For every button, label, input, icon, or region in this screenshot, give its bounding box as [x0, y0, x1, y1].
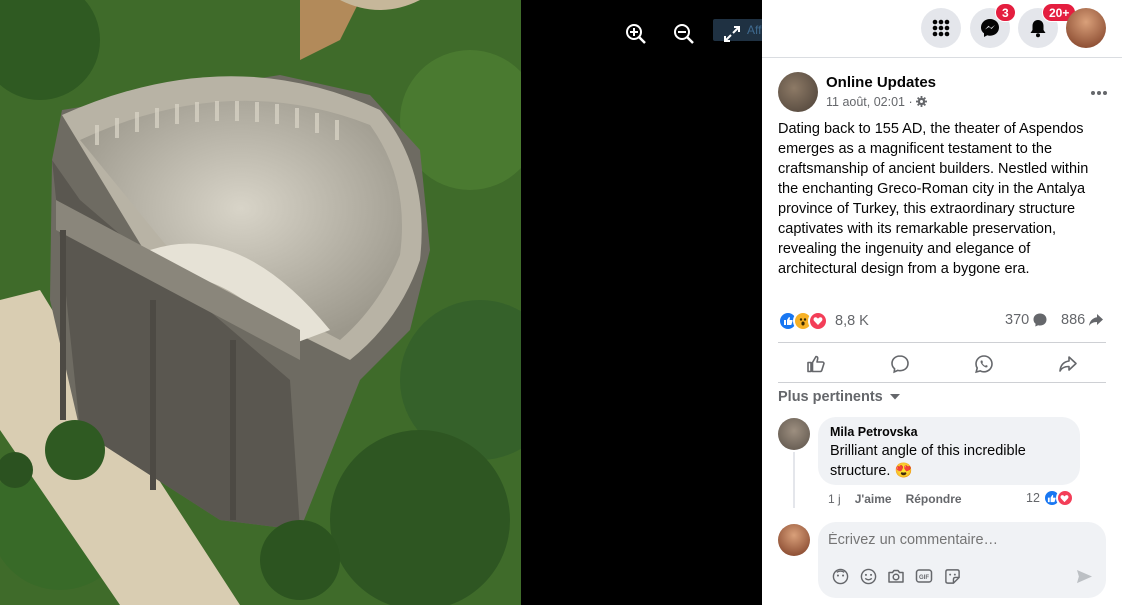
sticker-icon — [944, 568, 960, 584]
page-avatar[interactable] — [778, 72, 818, 112]
reaction-count: 8,8 K — [835, 313, 869, 329]
fullscreen-button[interactable] — [714, 16, 750, 52]
comment-bubble: Mila Petrovska Brilliant angle of this i… — [818, 417, 1080, 485]
avatar-sticker-icon — [832, 568, 848, 584]
commenter-avatar[interactable] — [778, 418, 810, 450]
more-options-button[interactable] — [1090, 80, 1108, 101]
whatsapp-icon — [975, 355, 993, 374]
emoji-icon — [860, 568, 876, 584]
post-author[interactable]: Online Updates — [826, 74, 936, 91]
photo-button[interactable] — [886, 566, 906, 586]
reactions-summary[interactable]: 8,8 K — [778, 309, 869, 333]
comment-reaction-count: 12 — [1026, 491, 1040, 505]
zoom-out-button[interactable] — [666, 16, 702, 52]
comment-time[interactable]: 1 j — [828, 492, 841, 506]
share-arrow-icon — [1089, 314, 1104, 326]
reply-thread-line — [793, 452, 795, 508]
caret-down-icon — [889, 394, 900, 400]
svg-text:GIF: GIF — [919, 575, 929, 581]
my-avatar[interactable] — [778, 524, 810, 556]
zoom-out-icon — [674, 24, 694, 44]
comments-count[interactable]: 370 — [1005, 312, 1048, 328]
gif-icon: GIF — [915, 569, 933, 583]
divider — [762, 57, 1122, 58]
send-icon — [1076, 569, 1092, 583]
comment-like-button[interactable]: J'aime — [855, 492, 892, 506]
post-date-text: 11 août, 02:01 · — [826, 95, 917, 109]
post-date[interactable]: 11 août, 02:01 · — [826, 95, 928, 109]
top-navigation: 3 20+ — [762, 0, 1122, 58]
fullscreen-icon — [724, 26, 740, 42]
comment-actions: 1 j J'aime Répondre — [828, 492, 962, 506]
like-button[interactable] — [795, 349, 837, 379]
comment-icon — [891, 355, 909, 374]
comment-sort-label: Plus pertinents — [778, 389, 883, 405]
love-reaction-icon — [1055, 489, 1074, 507]
share-icon — [1059, 356, 1077, 372]
messenger-button[interactable]: 3 — [970, 3, 1016, 48]
comment-composer[interactable]: GIF — [818, 522, 1106, 598]
privacy-gear-icon — [916, 96, 928, 107]
theater-photo[interactable] — [0, 0, 521, 605]
comment-reactions[interactable]: 12 — [1026, 489, 1074, 507]
divider — [778, 342, 1106, 343]
gif-button[interactable]: GIF — [914, 566, 934, 586]
love-reaction-icon — [808, 311, 828, 331]
post-text: Dating back to 155 AD, the theater of As… — [778, 121, 1089, 277]
avatar-sticker-button[interactable] — [830, 566, 850, 586]
comments-count-text: 370 — [1005, 312, 1030, 328]
comment-input[interactable] — [828, 532, 1088, 548]
zoom-in-icon — [626, 24, 646, 44]
shares-count[interactable]: 886 — [1061, 312, 1104, 328]
comment-sort-dropdown[interactable]: Plus pertinents — [778, 389, 901, 405]
comment-reply-button[interactable]: Répondre — [906, 492, 962, 506]
thumbs-up-icon — [807, 355, 825, 373]
messenger-badge: 3 — [995, 3, 1016, 22]
zoom-in-button[interactable] — [618, 16, 654, 52]
comment-text: Brilliant angle of this incredible struc… — [830, 443, 1026, 479]
ellipsis-icon — [1091, 91, 1107, 95]
shares-count-text: 886 — [1061, 312, 1086, 328]
menu-button[interactable] — [921, 8, 961, 48]
comment-bubble-icon — [1033, 313, 1047, 327]
account-avatar[interactable] — [1066, 8, 1106, 48]
photo-viewer: Afficher Plein écran — [0, 0, 762, 605]
bell-icon — [1030, 20, 1046, 38]
aspendos-theater-image — [0, 0, 521, 605]
camera-icon — [888, 569, 904, 583]
send-comment-button[interactable] — [1074, 566, 1094, 586]
sticker-button[interactable] — [942, 566, 962, 586]
share-button[interactable] — [1047, 349, 1089, 379]
post-panel: 3 20+ Online Updates 11 août, 02:01 · Da… — [762, 0, 1122, 605]
comment-button[interactable] — [879, 349, 921, 379]
notifications-button[interactable]: 20+ — [1018, 3, 1077, 48]
messenger-icon — [981, 19, 999, 37]
grid-menu-icon — [932, 19, 950, 37]
whatsapp-share-button[interactable] — [963, 349, 1005, 379]
comment-author[interactable]: Mila Petrovska — [830, 425, 1068, 439]
divider — [778, 382, 1106, 383]
emoji-button[interactable] — [858, 566, 878, 586]
